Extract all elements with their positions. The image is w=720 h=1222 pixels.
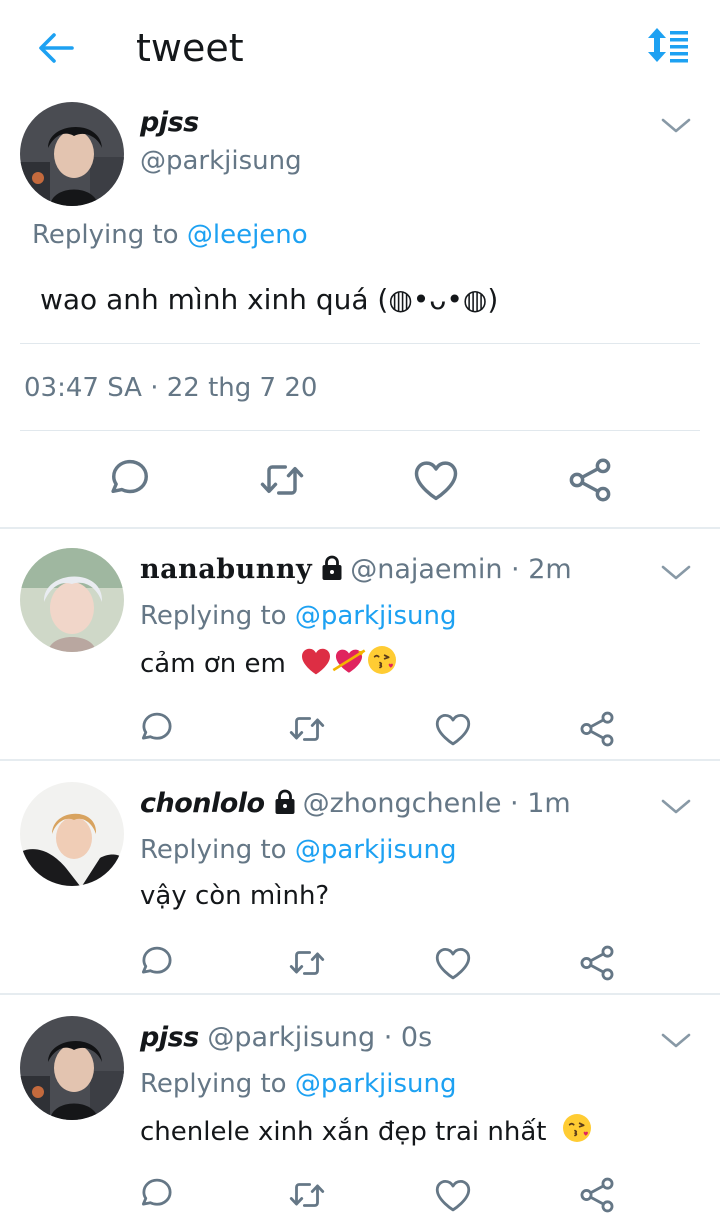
red-heart-emoji-icon [300, 646, 332, 686]
replying-to: Replying to @parkjisung [140, 599, 457, 633]
chevron-down-icon[interactable] [660, 563, 692, 583]
section-divider [0, 993, 720, 995]
retweet-icon[interactable] [286, 1174, 328, 1220]
tweet-text: cảm ơn em [140, 644, 398, 686]
share-icon[interactable] [564, 454, 616, 510]
replying-to: Replying to @parkjisung [140, 1067, 457, 1101]
tweet-text-content: cảm ơn em [140, 649, 286, 679]
reply-icon[interactable] [136, 708, 178, 754]
retweet-icon[interactable] [286, 942, 328, 988]
user-name[interactable]: nanabunny [140, 554, 312, 585]
tweet-timestamp: 03:47 SA · 22 thg 7 20 [24, 373, 318, 403]
kissing-face-emoji-icon [561, 1112, 593, 1154]
section-divider [0, 759, 720, 761]
user-handle[interactable]: @parkjisung · 0s [207, 1022, 432, 1053]
replying-to-link[interactable]: @parkjisung [295, 835, 457, 865]
heart-icon[interactable] [432, 1174, 474, 1220]
sort-icon[interactable] [644, 26, 692, 66]
top-bar: tweet [0, 0, 720, 96]
share-icon[interactable] [576, 942, 618, 988]
avatar[interactable] [20, 782, 124, 886]
divider [20, 430, 700, 431]
share-icon[interactable] [576, 708, 618, 754]
replying-to: Replying to @leejeno [32, 218, 308, 252]
user-name[interactable]: chonlolo [140, 788, 265, 819]
user-handle[interactable]: @zhongchenle · 1m [303, 788, 571, 819]
kissing-face-emoji-icon [366, 644, 398, 686]
heart-icon[interactable] [410, 454, 462, 510]
section-divider [0, 527, 720, 529]
reply-icon[interactable] [136, 942, 178, 988]
share-icon[interactable] [576, 1174, 618, 1220]
tweet-text: vậy còn mình? [140, 881, 330, 911]
page-title: tweet [136, 26, 244, 70]
user-name[interactable]: pjss [140, 106, 199, 140]
divider [20, 343, 700, 344]
chevron-down-icon[interactable] [660, 1031, 692, 1051]
replying-prefix: Replying to [140, 601, 295, 631]
replying-prefix: Replying to [32, 220, 187, 250]
reply-header: nanabunny @najaemin · 2m [140, 552, 572, 591]
heart-with-arrow-emoji-icon [332, 646, 366, 686]
avatar[interactable] [20, 1016, 124, 1120]
avatar[interactable] [20, 548, 124, 652]
tweet-text: chenlele xinh xắn đẹp trai nhất [140, 1112, 593, 1154]
retweet-icon[interactable] [256, 454, 308, 510]
user-handle[interactable]: @parkjisung [140, 144, 302, 178]
reply-header: pjss @parkjisung · 0s [140, 1020, 432, 1056]
avatar[interactable] [20, 102, 124, 206]
heart-icon[interactable] [432, 708, 474, 754]
tweet-text-content: chenlele xinh xắn đẹp trai nhất [140, 1117, 547, 1147]
reply-header: chonlolo @zhongchenle · 1m [140, 786, 571, 825]
replying-to-link[interactable]: @parkjisung [295, 601, 457, 631]
replying-prefix: Replying to [140, 1069, 295, 1099]
replying-prefix: Replying to [140, 835, 295, 865]
replying-to-link[interactable]: @leejeno [187, 220, 308, 250]
user-name[interactable]: pjss [140, 1022, 199, 1053]
back-arrow-icon[interactable] [34, 26, 82, 70]
chevron-down-icon[interactable] [660, 797, 692, 817]
reply-icon[interactable] [136, 1174, 178, 1220]
heart-icon[interactable] [432, 942, 474, 988]
lock-icon [320, 555, 344, 591]
lock-icon [273, 789, 297, 825]
user-handle[interactable]: @najaemin · 2m [350, 554, 571, 585]
chevron-down-icon[interactable] [660, 116, 692, 136]
tweet-text: wao anh mình xinh quá (◍•ᴗ•◍) [40, 283, 499, 316]
replying-to: Replying to @parkjisung [140, 833, 457, 867]
retweet-icon[interactable] [286, 708, 328, 754]
reply-icon[interactable] [104, 454, 156, 510]
replying-to-link[interactable]: @parkjisung [295, 1069, 457, 1099]
